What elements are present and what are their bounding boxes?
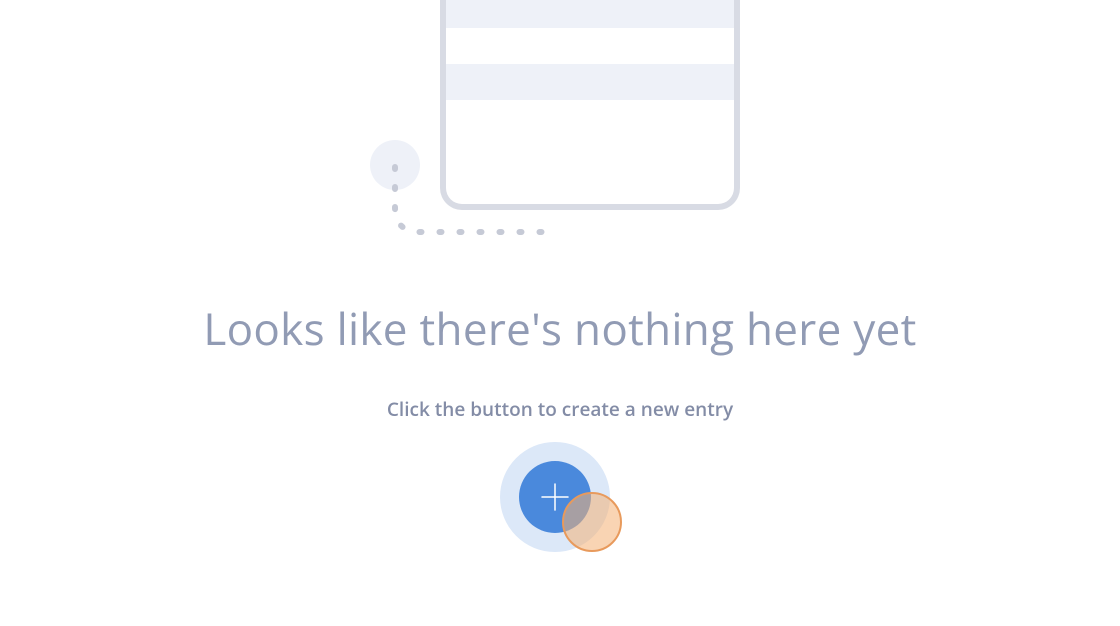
add-button-container [500, 442, 620, 562]
empty-state: Looks like there's nothing here yet Clic… [0, 0, 1120, 562]
empty-state-heading: Looks like there's nothing here yet [203, 298, 916, 358]
empty-state-subheading: Click the button to create a new entry [387, 396, 733, 422]
placeholder-row [446, 0, 734, 28]
dashed-curve-icon [390, 162, 550, 242]
empty-state-illustration [360, 0, 760, 250]
placeholder-row [446, 64, 734, 100]
add-entry-button[interactable] [519, 461, 591, 533]
plus-icon [540, 482, 570, 512]
